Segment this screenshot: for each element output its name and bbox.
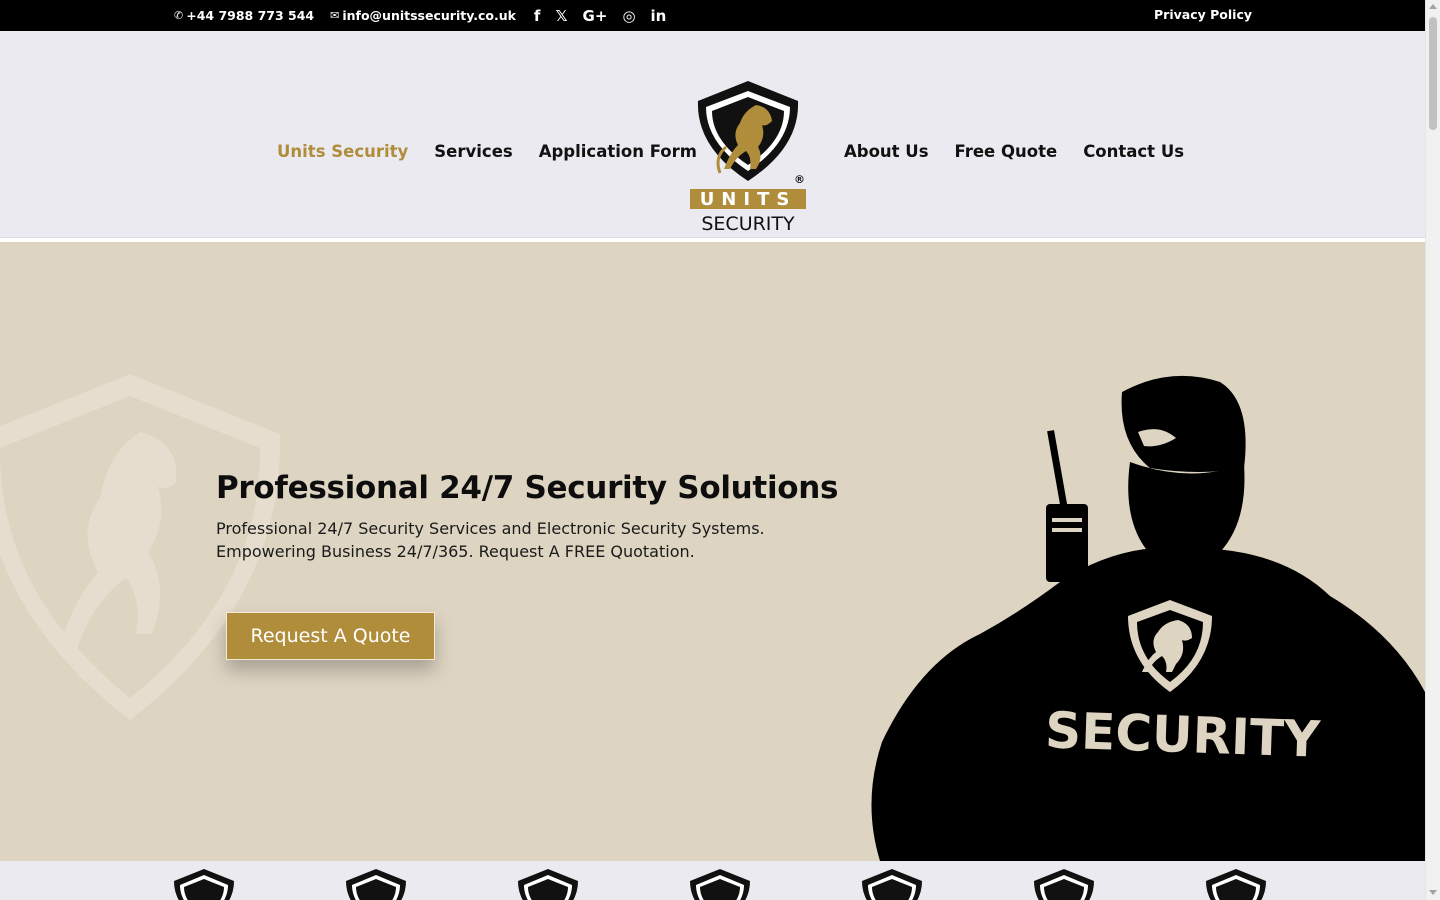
jacket-security-text: SECURITY	[1044, 701, 1322, 769]
social-links: f 𝕏 G+ ◎ in	[534, 7, 681, 25]
phone-icon: ✆	[174, 9, 184, 22]
site-logo[interactable]: ® UNITS SECURITY	[686, 77, 810, 237]
mail-icon: ✉	[330, 9, 340, 22]
shield-logo-icon	[862, 869, 922, 900]
shield-logo-icon	[174, 869, 234, 900]
contact-info: ✆ +44 7988 773 544 ✉ info@unitssecurity.…	[174, 0, 681, 31]
shield-logo-icon	[1206, 869, 1266, 900]
x-icon[interactable]: 𝕏	[555, 7, 567, 25]
instagram-icon[interactable]: ◎	[622, 7, 635, 25]
logo-strip	[0, 861, 1425, 900]
hero-section: Professional 24/7 Security Solutions Pro…	[0, 242, 1425, 861]
logo-word-units: UNITS	[700, 189, 797, 210]
shield-logo-icon	[1034, 869, 1094, 900]
shield-logo-icon	[346, 869, 406, 900]
email-link[interactable]: ✉ info@unitssecurity.co.uk	[330, 8, 516, 23]
shield-logo-icon	[690, 869, 750, 900]
facebook-icon[interactable]: f	[534, 7, 541, 25]
google-plus-icon[interactable]: G+	[583, 7, 608, 25]
nav-item-contact-us[interactable]: Contact Us	[1083, 142, 1184, 161]
nav-item-services[interactable]: Services	[434, 142, 512, 161]
main-nav-left: Units Security Services Application Form	[277, 142, 723, 161]
security-guard-image: SECURITY	[871, 375, 1425, 861]
top-bar: ✆ +44 7988 773 544 ✉ info@unitssecurity.…	[0, 0, 1425, 31]
phone-text: +44 7988 773 544	[186, 8, 315, 23]
shield-logo-icon	[518, 869, 578, 900]
page-scrollbar[interactable]	[1425, 0, 1440, 900]
nav-item-units-security[interactable]: Units Security	[277, 142, 408, 161]
hero-subtitle: Professional 24/7 Security Services and …	[216, 519, 765, 561]
nav-item-about-us[interactable]: About Us	[844, 142, 929, 161]
nav-item-free-quote[interactable]: Free Quote	[955, 142, 1058, 161]
main-nav-right: About Us Free Quote Contact Us	[844, 142, 1210, 161]
logo-registered: ®	[794, 173, 805, 186]
logo-word-security: SECURITY	[701, 213, 795, 235]
request-quote-button[interactable]: Request A Quote	[226, 612, 435, 660]
scroll-down-icon[interactable]	[1429, 890, 1437, 895]
phone-link[interactable]: ✆ +44 7988 773 544	[174, 8, 314, 23]
nav-item-application-form[interactable]: Application Form	[539, 142, 697, 161]
email-text: info@unitssecurity.co.uk	[342, 8, 516, 23]
privacy-policy-link[interactable]: Privacy Policy	[1154, 7, 1252, 22]
hero-title: Professional 24/7 Security Solutions	[216, 470, 839, 506]
linkedin-icon[interactable]: in	[651, 7, 667, 25]
scroll-up-icon[interactable]	[1429, 4, 1437, 9]
scrollbar-thumb[interactable]	[1429, 17, 1437, 130]
site-header: Units Security Services Application Form…	[0, 31, 1425, 238]
